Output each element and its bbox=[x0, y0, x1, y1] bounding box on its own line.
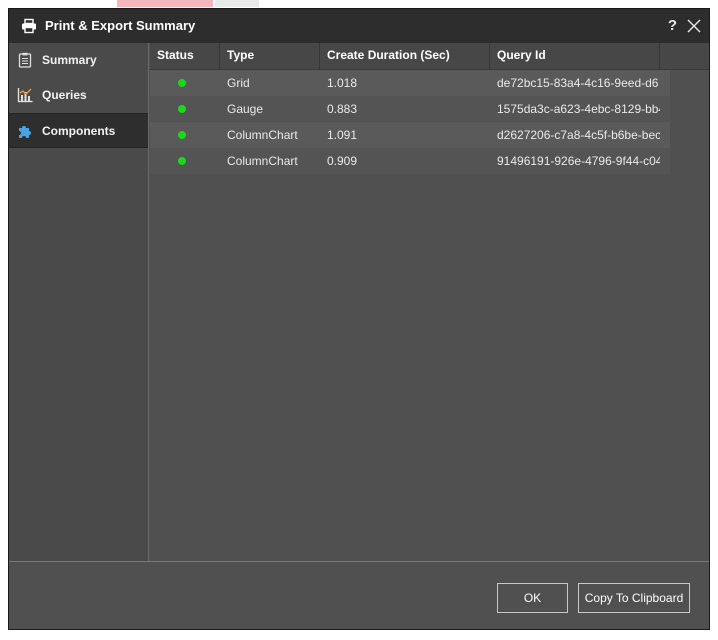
background-window-fragment bbox=[117, 0, 213, 7]
sidebar-item-label: Components bbox=[42, 124, 116, 138]
status-ok-indicator bbox=[178, 79, 186, 87]
status-ok-indicator bbox=[178, 157, 186, 165]
duration-cell: 0.909 bbox=[327, 154, 358, 168]
help-button[interactable]: ? bbox=[668, 9, 677, 43]
sidebar-item-label: Queries bbox=[42, 88, 87, 102]
type-cell: ColumnChart bbox=[227, 128, 298, 142]
type-cell: ColumnChart bbox=[227, 154, 298, 168]
duration-cell: 0.883 bbox=[327, 102, 358, 116]
query-id-cell: 1575da3c-a623-4ebc-8129-bb4 bbox=[497, 102, 660, 116]
query-id-cell: de72bc15-83a4-4c16-9eed-d6 bbox=[497, 76, 659, 90]
status-ok-indicator bbox=[178, 131, 186, 139]
sidebar-item-components[interactable]: Components bbox=[9, 113, 148, 148]
puzzle-icon bbox=[19, 126, 31, 138]
status-ok-indicator bbox=[178, 105, 186, 113]
close-icon[interactable] bbox=[687, 19, 701, 33]
column-header-duration[interactable]: Create Duration (Sec) bbox=[320, 43, 490, 70]
status-cell bbox=[150, 148, 220, 174]
clipboard-icon bbox=[18, 52, 32, 68]
sidebar-nav: Summary Queries Components bbox=[9, 43, 149, 561]
duration-cell: 1.091 bbox=[327, 128, 358, 142]
query-id-cell: 91496191-926e-4796-9f44-c04 bbox=[497, 154, 660, 168]
sidebar-item-queries[interactable]: Queries bbox=[9, 78, 148, 113]
column-header-status[interactable]: Status bbox=[150, 43, 220, 70]
dialog-footer: OK Copy To Clipboard bbox=[9, 561, 709, 629]
sidebar-item-summary[interactable]: Summary bbox=[9, 43, 148, 78]
table-row[interactable]: ColumnChart 1.091 d2627206-c7a8-4c5f-b6b… bbox=[150, 122, 670, 148]
table-row[interactable]: Grid 1.018 de72bc15-83a4-4c16-9eed-d6 bbox=[150, 70, 670, 96]
column-header-type[interactable]: Type bbox=[220, 43, 320, 70]
table-row[interactable]: Gauge 0.883 1575da3c-a623-4ebc-8129-bb4 bbox=[150, 96, 670, 122]
sidebar-item-label: Summary bbox=[42, 53, 97, 67]
ok-button[interactable]: OK bbox=[497, 583, 568, 613]
query-id-cell: d2627206-c7a8-4c5f-b6be-bec bbox=[497, 128, 660, 142]
table-row[interactable]: ColumnChart 0.909 91496191-926e-4796-9f4… bbox=[150, 148, 670, 174]
table-header: Status Type Create Duration (Sec) Query … bbox=[150, 43, 709, 70]
copy-to-clipboard-button[interactable]: Copy To Clipboard bbox=[578, 583, 690, 613]
status-cell bbox=[150, 96, 220, 122]
dialog-titlebar: Print & Export Summary ? bbox=[9, 9, 709, 43]
status-cell bbox=[150, 122, 220, 148]
status-cell bbox=[150, 70, 220, 96]
background-window-fragment-2 bbox=[215, 0, 259, 7]
column-header-query-id[interactable]: Query Id bbox=[490, 43, 660, 70]
printer-icon bbox=[22, 18, 36, 34]
dialog-title: Print & Export Summary bbox=[45, 18, 196, 33]
chart-icon bbox=[17, 88, 33, 103]
type-cell: Gauge bbox=[227, 102, 264, 116]
duration-cell: 1.018 bbox=[327, 76, 358, 90]
print-export-summary-dialog: Print & Export Summary ? Summary Queries… bbox=[8, 8, 710, 630]
page: Print & Export Summary ? Summary Queries… bbox=[0, 0, 718, 640]
components-table: Status Type Create Duration (Sec) Query … bbox=[150, 43, 709, 561]
type-cell: Grid bbox=[227, 76, 250, 90]
